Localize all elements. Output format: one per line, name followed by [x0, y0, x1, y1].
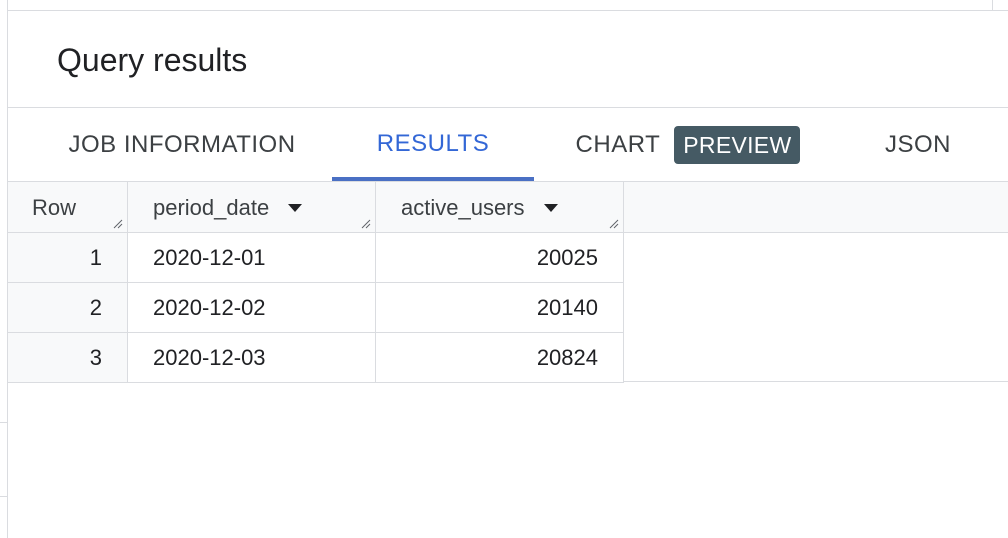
resize-handle-icon[interactable] — [113, 219, 123, 229]
cell-period-date[interactable]: 2020-12-03 — [128, 333, 376, 382]
left-gutter — [0, 0, 8, 538]
cell-active-users[interactable]: 20824 — [376, 333, 624, 382]
tab-results[interactable]: RESULTS — [332, 108, 534, 181]
cell-active-users[interactable]: 20140 — [376, 283, 624, 332]
column-header-row[interactable]: Row — [8, 182, 128, 233]
page-title: Query results — [57, 42, 248, 78]
tab-label: JOB INFORMATION — [68, 130, 296, 158]
column-header-label: active_users — [401, 194, 525, 220]
table-row[interactable]: 1 2020-12-01 20025 — [8, 233, 624, 283]
tab-label: CHART — [575, 130, 661, 158]
results-tabs: JOB INFORMATION RESULTS CHART PREVIEW JS… — [8, 108, 1008, 182]
gutter-divider — [0, 422, 8, 423]
tab-chart[interactable]: CHART PREVIEW — [568, 108, 808, 181]
cell-period-date[interactable]: 2020-12-02 — [128, 283, 376, 332]
top-corner — [992, 0, 1008, 10]
resize-handle-icon[interactable] — [609, 219, 619, 229]
query-results-panel: Query results JOB INFORMATION RESULTS CH… — [0, 0, 1008, 538]
cell-active-users[interactable]: 20025 — [376, 233, 624, 282]
tab-label: RESULTS — [376, 129, 490, 157]
table-row[interactable]: 3 2020-12-03 20824 — [8, 333, 624, 383]
caret-down-icon[interactable] — [287, 203, 303, 213]
resize-handle-icon[interactable] — [361, 219, 371, 229]
tab-label: JSON — [884, 130, 951, 158]
column-header-label: Row — [32, 194, 77, 220]
cell-period-date[interactable]: 2020-12-01 — [128, 233, 376, 282]
column-header-active-users[interactable]: active_users — [376, 182, 624, 233]
tab-job-information[interactable]: JOB INFORMATION — [32, 108, 332, 181]
table-row[interactable]: 2 2020-12-02 20140 — [8, 283, 624, 333]
column-header-label: period_date — [153, 194, 270, 220]
gutter-divider — [0, 496, 8, 497]
caret-down-icon[interactable] — [543, 203, 559, 213]
table-body: 1 2020-12-01 20025 2 2020-12-02 20140 3 … — [8, 233, 1008, 383]
column-header-period-date[interactable]: period_date — [128, 182, 376, 233]
table-header: Row period_date active_users — [8, 182, 1008, 233]
row-number: 1 — [8, 233, 128, 282]
top-divider — [8, 10, 1008, 11]
row-number: 2 — [8, 283, 128, 332]
row-number: 3 — [8, 333, 128, 382]
table-bottom-divider — [624, 381, 1008, 382]
preview-badge: PREVIEW — [674, 125, 801, 164]
tab-json[interactable]: JSON — [868, 108, 968, 181]
